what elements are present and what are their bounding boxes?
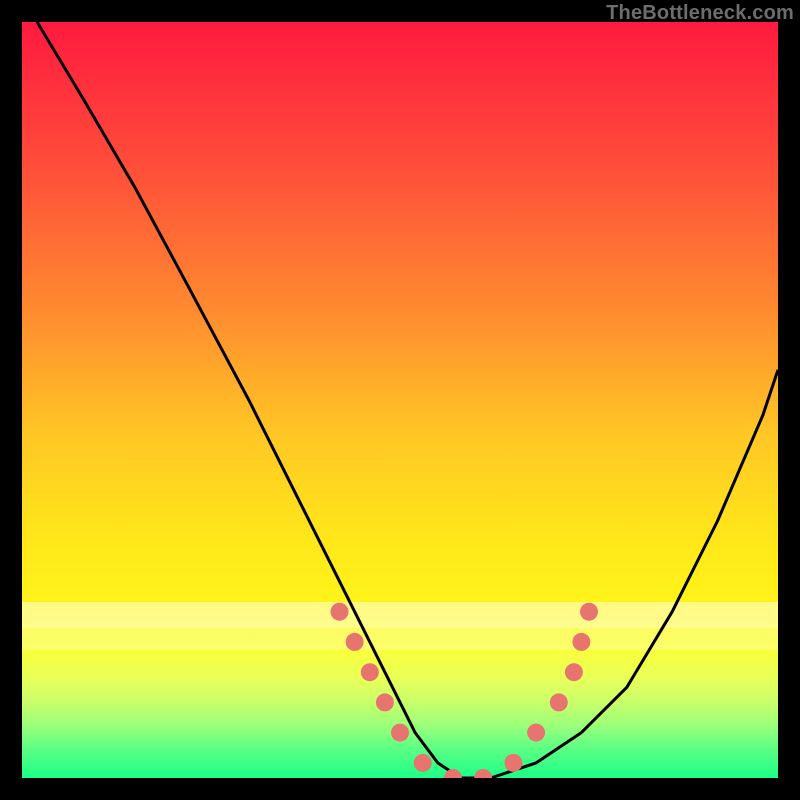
chart-outer-frame: TheBottleneck.com	[0, 0, 800, 800]
highlight-marker	[361, 663, 379, 681]
highlight-marker	[414, 754, 432, 772]
highlight-marker	[504, 754, 522, 772]
highlight-marker	[572, 633, 590, 651]
watermark-text: TheBottleneck.com	[606, 2, 794, 25]
highlight-marker	[376, 693, 394, 711]
highlight-marker	[391, 724, 409, 742]
highlight-marker	[565, 663, 583, 681]
highlight-marker	[580, 603, 598, 621]
bottleneck-curve	[37, 22, 778, 778]
highlight-marker	[550, 693, 568, 711]
highlight-marker	[346, 633, 364, 651]
highlight-marker	[331, 603, 349, 621]
highlight-marker	[474, 769, 492, 778]
plot-area	[22, 22, 778, 778]
highlight-markers	[331, 603, 599, 778]
bottleneck-curve-path	[37, 22, 778, 778]
chart-svg	[22, 22, 778, 778]
highlight-marker	[527, 724, 545, 742]
